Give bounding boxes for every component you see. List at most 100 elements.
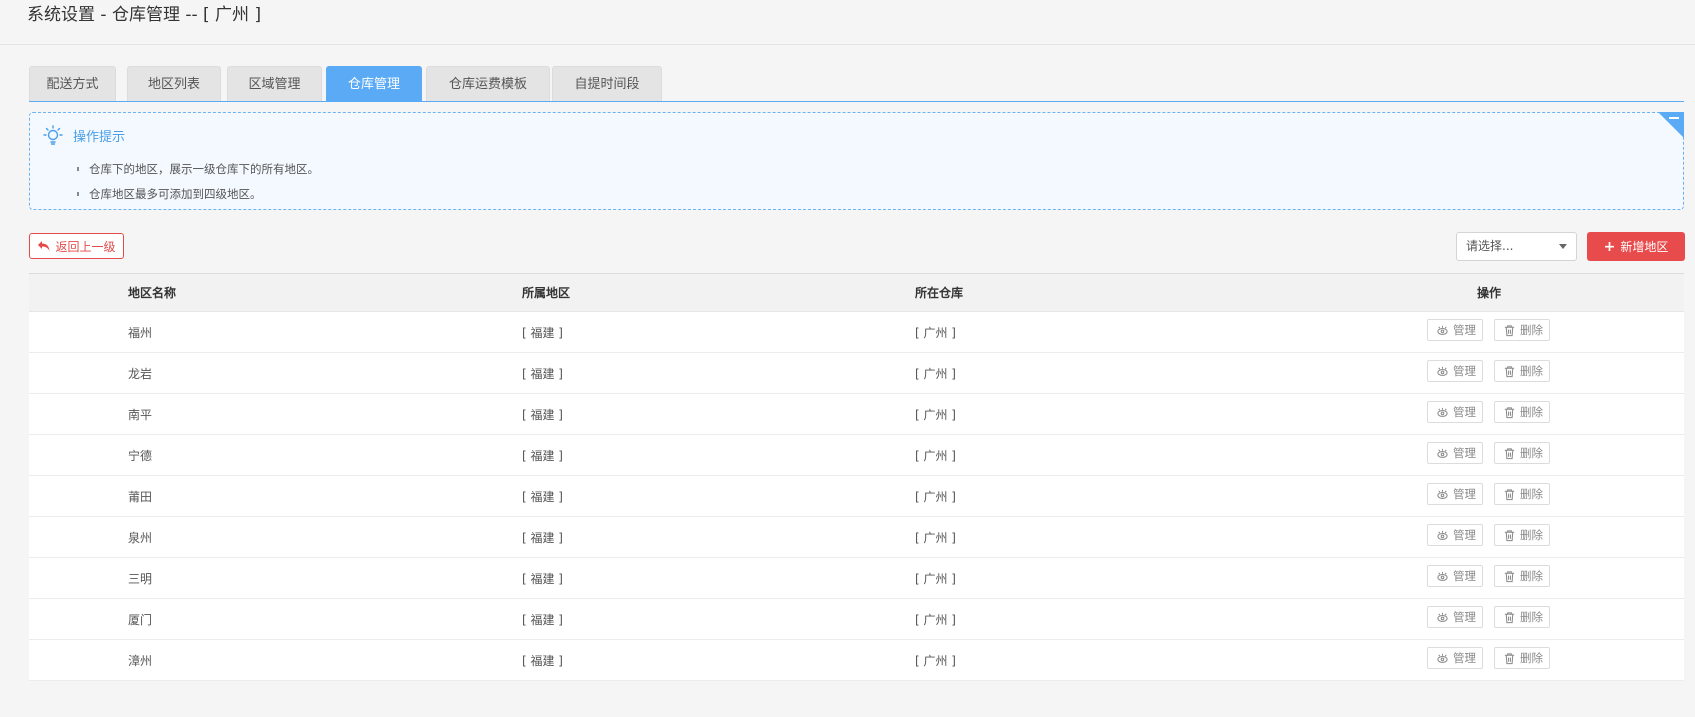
delete-label: 删除 xyxy=(1520,446,1543,460)
header-parent-region: 所属地区 xyxy=(522,286,571,300)
parent-region: [ 福建 ] xyxy=(522,571,563,586)
delete-button[interactable]: 删除 xyxy=(1494,606,1550,628)
row-actions: 管理 删除 xyxy=(1427,483,1561,505)
region-name: 福州 xyxy=(128,325,153,340)
table-row: 泉州 [ 福建 ] [ 广州 ] 管理 删除 xyxy=(29,517,1684,558)
tab-delivery-method[interactable]: 配送方式 xyxy=(29,66,116,101)
trash-icon xyxy=(1504,365,1515,377)
table-row: 莆田 [ 福建 ] [ 广州 ] 管理 删除 xyxy=(29,476,1684,517)
tab-warehouse-shipping-template[interactable]: 仓库运费模板 xyxy=(426,66,550,101)
eye-icon xyxy=(1437,407,1448,417)
manage-button[interactable]: 管理 xyxy=(1427,442,1483,464)
select-value: 请选择... xyxy=(1466,239,1514,253)
manage-label: 管理 xyxy=(1453,528,1476,542)
manage-button[interactable]: 管理 xyxy=(1427,524,1483,546)
delete-button[interactable]: 删除 xyxy=(1494,442,1550,464)
delete-button[interactable]: 删除 xyxy=(1494,483,1550,505)
manage-label: 管理 xyxy=(1453,487,1476,501)
tab-warehouse-management[interactable]: 仓库管理 xyxy=(326,66,422,102)
parent-region: [ 福建 ] xyxy=(522,612,563,627)
trash-icon xyxy=(1504,447,1515,459)
delete-button[interactable]: 删除 xyxy=(1494,524,1550,546)
tab-pickup-time-slot[interactable]: 自提时间段 xyxy=(552,66,662,101)
table-row: 福州 [ 福建 ] [ 广州 ] 管理 删除 xyxy=(29,312,1684,353)
manage-button[interactable]: 管理 xyxy=(1427,360,1483,382)
eye-icon xyxy=(1437,448,1448,458)
warehouse-name: [ 广州 ] xyxy=(915,571,956,586)
collapse-tips-toggle[interactable] xyxy=(1658,112,1684,138)
trash-icon xyxy=(1504,529,1515,541)
delete-button[interactable]: 删除 xyxy=(1494,319,1550,341)
manage-button[interactable]: 管理 xyxy=(1427,401,1483,423)
delete-label: 删除 xyxy=(1520,610,1543,624)
row-actions: 管理 删除 xyxy=(1427,401,1561,423)
lightbulb-icon xyxy=(43,125,63,145)
delete-button[interactable]: 删除 xyxy=(1494,647,1550,669)
header-actions: 操作 xyxy=(1477,286,1502,300)
parent-region: [ 福建 ] xyxy=(522,325,563,340)
tips-header: 操作提示 xyxy=(43,125,125,145)
manage-button[interactable]: 管理 xyxy=(1427,647,1483,669)
manage-label: 管理 xyxy=(1453,569,1476,583)
manage-label: 管理 xyxy=(1453,364,1476,378)
table-body: 福州 [ 福建 ] [ 广州 ] 管理 删除 龙岩 [福建] [广州] … xyxy=(29,312,1684,681)
warehouse-name: [ 广州 ] xyxy=(915,366,956,381)
delete-button[interactable]: 删除 xyxy=(1494,401,1550,423)
delete-label: 删除 xyxy=(1520,323,1543,337)
parent-region: [ 福建 ] xyxy=(522,489,563,504)
trash-icon xyxy=(1504,406,1515,418)
eye-icon xyxy=(1437,489,1448,499)
delete-label: 删除 xyxy=(1520,569,1543,583)
trash-icon xyxy=(1504,570,1515,582)
table-header: 地区名称 所属地区 所在仓库 操作 xyxy=(29,273,1684,312)
region-name: 漳州 xyxy=(128,653,153,668)
row-actions: 管理 删除 xyxy=(1427,319,1561,341)
manage-label: 管理 xyxy=(1453,323,1476,337)
back-button[interactable]: 返回上一级 xyxy=(29,233,124,259)
delete-label: 删除 xyxy=(1520,487,1543,501)
parent-region: [ 福建 ] xyxy=(522,448,563,463)
tab-area-management[interactable]: 区域管理 xyxy=(227,66,322,101)
delete-label: 删除 xyxy=(1520,651,1543,665)
eye-icon xyxy=(1437,571,1448,581)
region-name: 宁德 xyxy=(128,448,153,463)
parent-region: [ 福建 ] xyxy=(522,653,563,668)
caret-down-icon xyxy=(1559,244,1567,249)
region-name: 龙岩 xyxy=(128,366,153,381)
table-row: 龙岩 [ 福建 ] [ 广州 ] 管理 删除 xyxy=(29,353,1684,394)
warehouse-name: [ 广州 ] xyxy=(915,653,956,668)
delete-button[interactable]: 删除 xyxy=(1494,360,1550,382)
region-name: 泉州 xyxy=(128,530,153,545)
manage-button[interactable]: 管理 xyxy=(1427,606,1483,628)
warehouse-select[interactable]: 请选择... xyxy=(1456,232,1577,261)
manage-button[interactable]: 管理 xyxy=(1427,483,1483,505)
delete-label: 删除 xyxy=(1520,405,1543,419)
trash-icon xyxy=(1504,488,1515,500)
eye-icon xyxy=(1437,653,1448,663)
header-warehouse: 所在仓库 xyxy=(915,286,964,300)
back-button-label: 返回上一级 xyxy=(55,239,116,254)
tab-region-list[interactable]: 地区列表 xyxy=(127,66,221,101)
tip-item: 仓库下的地区，展示一级仓库下的所有地区。 xyxy=(77,157,319,182)
manage-button[interactable]: 管理 xyxy=(1427,565,1483,587)
add-region-label: 新增地区 xyxy=(1620,240,1669,254)
table-row: 漳州 [ 福建 ] [ 广州 ] 管理 删除 xyxy=(29,640,1684,681)
warehouse-name: [ 广州 ] xyxy=(915,448,956,463)
warehouse-name: [ 广州 ] xyxy=(915,325,956,340)
warehouse-name: [ 广州 ] xyxy=(915,530,956,545)
region-name: 莆田 xyxy=(128,489,153,504)
tips-title: 操作提示 xyxy=(73,129,126,145)
minus-icon[interactable] xyxy=(1669,117,1679,119)
delete-button[interactable]: 删除 xyxy=(1494,565,1550,587)
add-region-button[interactable]: + 新增地区 xyxy=(1587,232,1685,261)
manage-label: 管理 xyxy=(1453,651,1476,665)
parent-region: [ 福建 ] xyxy=(522,366,563,381)
table-row: 厦门 [ 福建 ] [ 广州 ] 管理 删除 xyxy=(29,599,1684,640)
manage-label: 管理 xyxy=(1453,405,1476,419)
manage-button[interactable]: 管理 xyxy=(1427,319,1483,341)
tab-bar: 配送方式 地区列表 区域管理 仓库管理 仓库运费模板 自提时间段 xyxy=(29,66,1684,102)
row-actions: 管理 删除 xyxy=(1427,524,1561,546)
tips-list: 仓库下的地区，展示一级仓库下的所有地区。 仓库地区最多可添加到四级地区。 xyxy=(77,157,319,207)
parent-region: [ 福建 ] xyxy=(522,407,563,422)
parent-region: [ 福建 ] xyxy=(522,530,563,545)
